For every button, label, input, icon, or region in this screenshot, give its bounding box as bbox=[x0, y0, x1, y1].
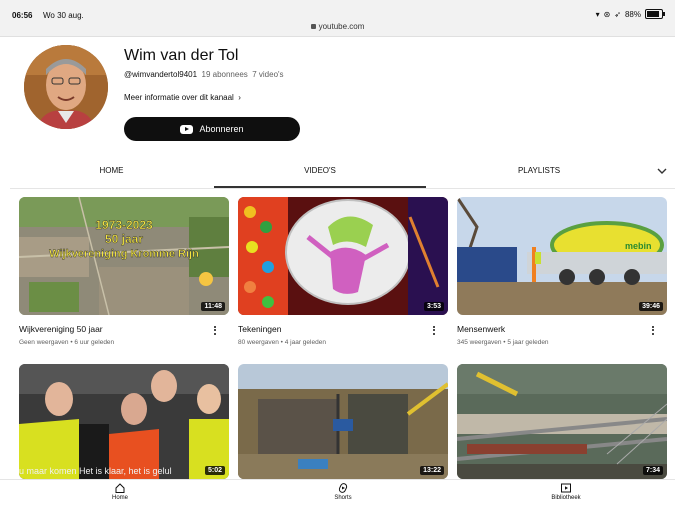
svg-text:Wijkvereniging Kromme Rijn: Wijkvereniging Kromme Rijn bbox=[49, 248, 199, 260]
video-count: 7 video's bbox=[252, 70, 284, 79]
video-views: 80 weergaven bbox=[238, 339, 279, 346]
svg-text:u maar komen Het is klaar, h: u maar komen Het is klaar, het is gelul bbox=[19, 466, 172, 476]
video-thumbnail[interactable]: 1973-2023 50 jaar Wijkvereniging Kromme … bbox=[19, 197, 229, 315]
video-views: 345 weergaven bbox=[457, 339, 502, 346]
nav-home-label: Home bbox=[111, 495, 128, 501]
battery-icon bbox=[645, 9, 665, 19]
more-info-link[interactable]: Meer informatie over dit kanaal › bbox=[124, 93, 241, 102]
location-icon: ➶ bbox=[614, 9, 621, 19]
video-duration: 3:53 bbox=[423, 302, 444, 311]
subscribe-label: Abonneren bbox=[199, 124, 244, 134]
more-options-icon[interactable] bbox=[649, 323, 657, 337]
video-title[interactable]: Tekeningen bbox=[238, 324, 281, 334]
video-meta: 345 weergaven • 5 jaar geleden bbox=[457, 339, 549, 346]
channel-meta: @wimvandertol9401 19 abonnees 7 video's bbox=[124, 70, 284, 79]
video-thumbnail[interactable]: u maar komen Het is klaar, het is gelul … bbox=[19, 364, 229, 479]
youtube-icon bbox=[180, 124, 194, 134]
nav-shorts[interactable]: Shorts bbox=[313, 482, 373, 501]
video-card[interactable]: mebin 39:46 Mensenwerk 345 weergaven • 5… bbox=[457, 197, 667, 346]
status-icons: ▾ ⊛ ➶ 88% bbox=[595, 9, 665, 19]
video-age: 5 jaar geleden bbox=[507, 339, 549, 346]
tab-videos-label: VIDEO'S bbox=[304, 166, 336, 175]
wifi-icon: ▾ bbox=[595, 9, 600, 19]
shorts-icon bbox=[338, 483, 348, 493]
more-options-icon[interactable] bbox=[430, 323, 438, 337]
video-card[interactable]: 13:22 bbox=[238, 364, 448, 479]
chevron-right-icon: › bbox=[236, 93, 241, 102]
home-icon bbox=[115, 483, 125, 493]
channel-tabs: HOME VIDEO'S PLAYLISTS bbox=[10, 155, 675, 189]
library-icon bbox=[561, 483, 571, 493]
video-card[interactable]: 3:53 Tekeningen 80 weergaven • 4 jaar ge… bbox=[238, 197, 448, 346]
video-thumbnail[interactable]: 7:34 bbox=[457, 364, 667, 479]
video-thumbnail[interactable]: mebin 39:46 bbox=[457, 197, 667, 315]
more-info-label: Meer informatie over dit kanaal bbox=[124, 93, 234, 102]
video-meta: 80 weergaven • 4 jaar geleden bbox=[238, 339, 326, 346]
video-duration: 11:48 bbox=[201, 302, 225, 311]
video-thumbnail[interactable]: 13:22 bbox=[238, 364, 448, 479]
nav-shorts-label: Shorts bbox=[334, 495, 352, 501]
video-title[interactable]: Mensenwerk bbox=[457, 324, 505, 334]
battery-percentage: 88% bbox=[624, 9, 641, 19]
video-card[interactable]: u maar komen Het is klaar, het is gelul … bbox=[19, 364, 229, 479]
svg-text:mebin: mebin bbox=[625, 241, 652, 251]
address-bar[interactable]: youtube.com bbox=[0, 22, 675, 31]
video-age: 4 jaar geleden bbox=[284, 339, 326, 346]
video-age: 6 uur geleden bbox=[74, 339, 115, 346]
lock-icon bbox=[310, 24, 316, 29]
tab-playlists-label: PLAYLISTS bbox=[517, 166, 561, 175]
status-bar: 06:56 Wo 30 aug. youtube.com ▾ ⊛ ➶ 88% bbox=[0, 0, 675, 37]
channel-name: Wim van der Tol bbox=[124, 47, 239, 64]
tab-videos[interactable]: VIDEO'S bbox=[214, 155, 426, 188]
svg-text:1973-2023: 1973-2023 bbox=[95, 218, 153, 232]
video-card[interactable]: 1973-2023 50 jaar Wijkvereniging Kromme … bbox=[19, 197, 229, 346]
nav-library-label: Bibliotheek bbox=[551, 495, 581, 501]
video-card[interactable]: 7:34 bbox=[457, 364, 667, 479]
chevron-down-icon[interactable] bbox=[655, 164, 669, 178]
status-date: Wo 30 aug. bbox=[43, 11, 84, 20]
video-title[interactable]: Wijkvereniging 50 jaar bbox=[19, 324, 103, 334]
url-text: youtube.com bbox=[318, 22, 365, 31]
focus-icon: ⊛ bbox=[603, 9, 611, 19]
svg-text:50 jaar: 50 jaar bbox=[105, 232, 143, 246]
video-duration: 39:46 bbox=[639, 302, 663, 311]
tab-playlists[interactable]: PLAYLISTS bbox=[440, 155, 638, 186]
channel-avatar[interactable] bbox=[24, 45, 108, 129]
status-time: 06:56 bbox=[12, 11, 33, 20]
nav-home[interactable]: Home bbox=[90, 482, 150, 501]
subscribe-button[interactable]: Abonneren bbox=[124, 117, 300, 141]
more-options-icon[interactable] bbox=[211, 323, 219, 337]
video-thumbnail[interactable]: 3:53 bbox=[238, 197, 448, 315]
subscriber-count: 19 abonnees bbox=[201, 70, 248, 79]
nav-library[interactable]: Bibliotheek bbox=[536, 482, 596, 501]
video-views: Geen weergaven bbox=[19, 339, 69, 346]
video-duration: 7:34 bbox=[642, 466, 663, 475]
video-meta: Geen weergaven • 6 uur geleden bbox=[19, 339, 115, 346]
tab-home-label: HOME bbox=[99, 166, 124, 175]
bottom-nav: Home Shorts Bibliotheek bbox=[0, 479, 675, 505]
channel-handle: @wimvandertol9401 bbox=[124, 70, 198, 79]
video-duration: 13:22 bbox=[420, 466, 444, 475]
video-duration: 5:02 bbox=[204, 466, 225, 475]
tab-home[interactable]: HOME bbox=[10, 155, 213, 186]
